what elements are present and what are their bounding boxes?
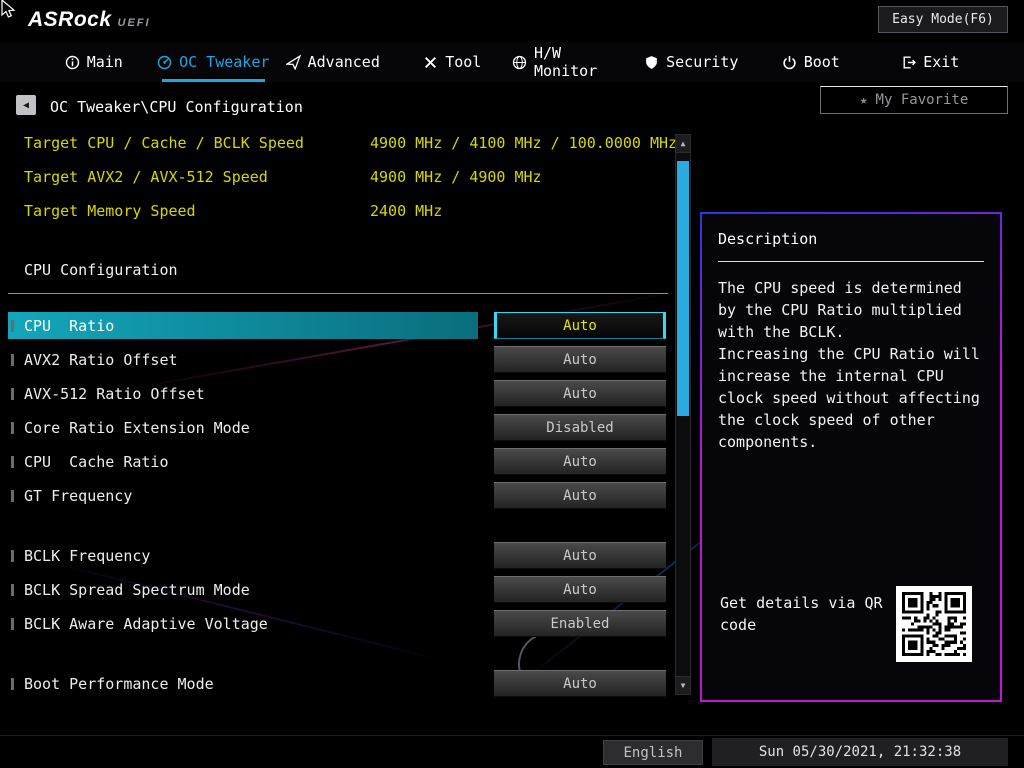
language-button[interactable]: English: [603, 740, 703, 765]
tab-advanced[interactable]: Advanced: [273, 42, 393, 82]
description-body: The CPU speed is determined by the CPU R…: [718, 279, 980, 451]
item-bullet-icon: [11, 353, 14, 366]
setting-label: Boot Performance Mode: [24, 674, 214, 693]
back-button[interactable]: ◀: [16, 95, 36, 115]
tab-hw-monitor[interactable]: H/W Monitor: [512, 42, 632, 82]
my-favorite-label: My Favorite: [875, 92, 969, 108]
target-memory-label: Target Memory Speed: [24, 202, 196, 220]
uefi-screen: ASRock UEFI Easy Mode(F6) Main OC Tweaker…: [0, 0, 1024, 768]
setting-label: BCLK Aware Adaptive Voltage: [24, 614, 268, 633]
shield-icon: [646, 55, 657, 69]
setting-value-bclk-frequency[interactable]: Auto: [494, 542, 666, 569]
setting-value-core-ratio-ext[interactable]: Disabled: [494, 414, 666, 441]
breadcrumb: OC Tweaker\CPU Configuration: [50, 98, 303, 116]
setting-value-cpu-ratio[interactable]: Auto: [494, 312, 666, 339]
tab-label: H/W Monitor: [534, 44, 598, 80]
item-bullet-icon: [11, 387, 14, 400]
asrock-logo: ASRock UEFI: [28, 8, 151, 32]
setting-label: CPU Cache Ratio: [24, 452, 169, 471]
top-bar: ASRock UEFI Easy Mode(F6): [0, 0, 1024, 42]
setting-label: Core Ratio Extension Mode: [24, 418, 250, 437]
rocket-icon: [285, 54, 301, 70]
setting-row-bclk-spread[interactable]: BCLK Spread Spectrum Mode: [8, 576, 478, 603]
tab-label: Boot: [803, 53, 840, 71]
exit-icon: [903, 55, 917, 69]
setting-value-gt-frequency[interactable]: Auto: [494, 482, 666, 509]
setting-label: GT Frequency: [24, 486, 133, 505]
setting-row-cache-ratio[interactable]: CPU Cache Ratio: [8, 448, 478, 475]
power-icon: [783, 55, 796, 69]
mouse-cursor: [1, 0, 16, 18]
uefi-text: UEFI: [117, 17, 151, 29]
gauge-icon: [157, 55, 172, 69]
setting-row-cpu-ratio[interactable]: CPU Ratio: [8, 312, 478, 339]
qr-code: [896, 586, 972, 662]
easy-mode-button[interactable]: Easy Mode(F6): [878, 6, 1008, 33]
datetime-display: Sun 05/30/2021, 21:32:38: [712, 738, 1008, 766]
item-bullet-icon: [11, 421, 14, 434]
description-panel: Description The CPU speed is determined …: [700, 212, 1002, 702]
brand-text: ASRock: [28, 8, 112, 31]
tab-label: Main: [86, 53, 123, 71]
scroll-up-arrow[interactable]: ▲: [676, 135, 690, 153]
setting-row-bclk-aware[interactable]: BCLK Aware Adaptive Voltage: [8, 610, 478, 637]
qr-caption: Get details via QR code: [720, 594, 883, 634]
target-cpu-label: Target CPU / Cache / BCLK Speed: [24, 134, 304, 152]
item-bullet-icon: [11, 549, 14, 562]
item-bullet-icon: [11, 455, 14, 468]
target-cpu-value: 4900 MHz / 4100 MHz / 100.0000 MHz: [370, 134, 678, 152]
setting-value-cache-ratio[interactable]: Auto: [494, 448, 666, 475]
item-bullet-icon: [11, 677, 14, 690]
setting-row-gt-frequency[interactable]: GT Frequency: [8, 482, 478, 509]
setting-label: BCLK Frequency: [24, 546, 151, 565]
my-favorite-button[interactable]: ★ My Favorite: [820, 86, 1008, 114]
star-icon: ★: [859, 92, 868, 108]
setting-label: AVX-512 Ratio Offset: [24, 384, 205, 403]
tab-exit[interactable]: Exit: [871, 42, 991, 82]
section-divider: [8, 293, 668, 294]
globe-icon: [512, 55, 527, 69]
tab-label: OC Tweaker: [179, 53, 270, 71]
tab-boot[interactable]: Boot: [751, 42, 871, 82]
tab-main[interactable]: Main: [34, 42, 154, 82]
target-avx-label: Target AVX2 / AVX-512 Speed: [24, 168, 268, 186]
setting-label: BCLK Spread Spectrum Mode: [24, 580, 250, 599]
scrollbar-thumb[interactable]: [677, 161, 689, 416]
nav-tab-bar: Main OC Tweaker Advanced Tool H/W Monito…: [0, 42, 1024, 82]
item-bullet-icon: [11, 489, 14, 502]
setting-label: CPU Ratio: [24, 316, 115, 335]
settings-scrollbar[interactable]: ▲ ▼: [675, 134, 691, 695]
item-bullet-icon: [11, 617, 14, 630]
setting-value-avx512-offset[interactable]: Auto: [494, 380, 666, 407]
setting-row-core-ratio-ext[interactable]: Core Ratio Extension Mode: [8, 414, 478, 441]
tab-oc-tweaker[interactable]: OC Tweaker: [154, 42, 274, 82]
decorative-line: [124, 291, 676, 391]
tab-security[interactable]: Security: [632, 42, 752, 82]
setting-row-bclk-frequency[interactable]: BCLK Frequency: [8, 542, 478, 569]
setting-label: AVX2 Ratio Offset: [24, 350, 178, 369]
setting-row-boot-performance[interactable]: Boot Performance Mode: [8, 670, 478, 697]
tab-tool[interactable]: Tool: [393, 42, 513, 82]
setting-row-avx512-offset[interactable]: AVX-512 Ratio Offset: [8, 380, 478, 407]
setting-row-avx2-offset[interactable]: AVX2 Ratio Offset: [8, 346, 478, 373]
setting-value-boot-performance[interactable]: Auto: [494, 670, 666, 697]
setting-value-bclk-aware[interactable]: Enabled: [494, 610, 666, 637]
item-bullet-icon: [11, 319, 14, 332]
footer-bar: English Sun 05/30/2021, 21:32:38: [0, 735, 1024, 768]
target-avx-value: 4900 MHz / 4900 MHz: [370, 168, 542, 186]
info-icon: [65, 55, 79, 69]
section-title: CPU Configuration: [24, 261, 178, 279]
tab-label: Security: [666, 53, 739, 71]
scroll-down-arrow[interactable]: ▼: [676, 676, 690, 694]
setting-value-bclk-spread[interactable]: Auto: [494, 576, 666, 603]
description-title: Description: [718, 230, 984, 262]
wrench-icon: [425, 56, 437, 68]
tab-label: Advanced: [307, 53, 380, 71]
target-memory-value: 2400 MHz: [370, 202, 443, 220]
tab-label: Tool: [445, 53, 482, 71]
setting-value-avx2-offset[interactable]: Auto: [494, 346, 666, 373]
item-bullet-icon: [11, 583, 14, 596]
tab-label: Exit: [923, 53, 960, 71]
